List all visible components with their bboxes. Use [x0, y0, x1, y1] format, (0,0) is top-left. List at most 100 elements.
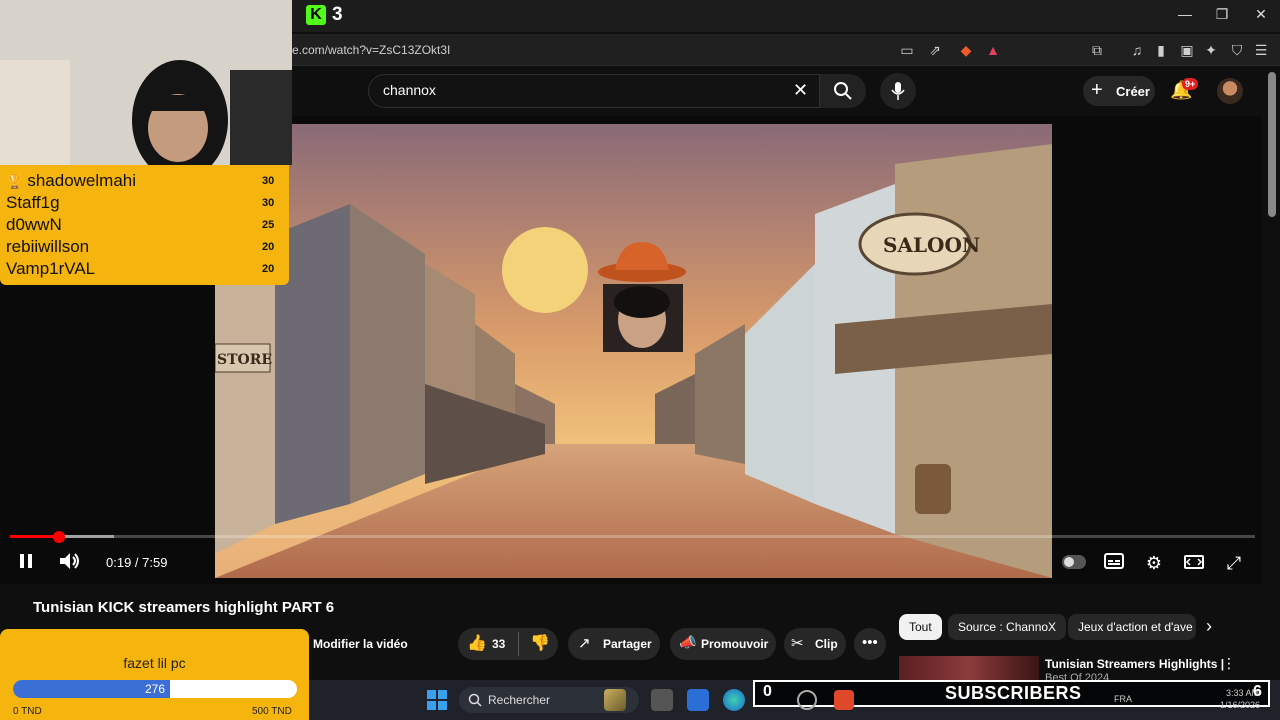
fullscreen-button[interactable]: ⤢ [1222, 552, 1246, 574]
close-window-button[interactable]: ✕ [1249, 6, 1273, 23]
progress-track[interactable] [10, 535, 1255, 538]
chip-action-games[interactable]: Jeux d'action et d'ave [1068, 614, 1196, 640]
vpn-icon[interactable]: ⛉ [1227, 40, 1247, 60]
kick-viewer-count: 3 [332, 4, 343, 25]
recommendation-thumbnail[interactable] [899, 656, 1039, 680]
leaderboard-score: 30 [262, 197, 275, 209]
svg-text:STORE: STORE [217, 352, 272, 368]
leaderboard-score: 20 [262, 263, 275, 275]
notification-badge: 9+ [1182, 78, 1199, 90]
subscribers-count: 6 [1253, 683, 1262, 700]
subscribers-start: 0 [763, 683, 772, 700]
subscribers-label: SUBSCRIBERS [945, 683, 1082, 703]
leaderboard-name: d0wwN [6, 215, 62, 234]
trophy-icon: 🏆 [6, 173, 28, 189]
autoplay-toggle[interactable] [1062, 555, 1086, 569]
wallet-icon[interactable]: ▣ [1177, 40, 1197, 60]
search-highlight-icon [604, 689, 626, 711]
goal-min: 0 TND [13, 706, 42, 717]
search-button[interactable] [820, 74, 866, 108]
task-view-icon[interactable] [651, 689, 673, 711]
thumbs-down-icon: 👎 [530, 635, 550, 652]
brave-rewards-icon[interactable]: ▲ [983, 40, 1003, 60]
theater-icon [1184, 555, 1204, 569]
taskbar-search-label: Rechercher [488, 693, 551, 707]
share-icon: ↗ [578, 635, 591, 652]
goal-max: 500 TND [252, 706, 292, 717]
theater-mode-button[interactable] [1182, 552, 1206, 574]
progress-scrubber[interactable] [53, 531, 65, 543]
thumbs-up-icon: 👍 [467, 635, 487, 652]
microphone-icon [891, 82, 905, 100]
share-label: Partager [603, 637, 652, 651]
page-scrollbar[interactable] [1268, 72, 1276, 217]
captions-icon [1104, 553, 1124, 569]
settings-button[interactable]: ⚙ [1142, 552, 1166, 574]
clock-date[interactable]: 1/16/2026 [1220, 700, 1260, 710]
goal-current: 276 [144, 682, 166, 696]
video-title: Tunisian KICK streamers highlight PART 6 [33, 599, 335, 616]
clear-search-icon[interactable]: ✕ [793, 80, 808, 101]
fullscreen-icon: ⤢ [1226, 553, 1242, 573]
browser-tabbar [292, 0, 1280, 32]
edge-icon[interactable] [723, 689, 745, 711]
like-count: 33 [492, 637, 506, 651]
kick-logo-icon: K [306, 5, 326, 25]
start-button[interactable] [427, 690, 447, 710]
minimize-button[interactable]: — [1173, 6, 1197, 22]
like-button[interactable]: 👍 [467, 633, 487, 653]
keyboard-language[interactable]: FRA [1114, 694, 1132, 704]
sidebar-icon[interactable]: ▮ [1151, 40, 1171, 60]
screenshot-icon[interactable]: ⧉ [1087, 40, 1107, 60]
leaderboard-score: 30 [262, 175, 275, 187]
cast-icon[interactable]: ▭ [897, 40, 917, 60]
brave-shield-icon[interactable]: ◆ [956, 40, 976, 60]
video-frame[interactable]: SALOON STORE [215, 124, 1052, 578]
goal-title: fazet lil pc [123, 655, 186, 671]
brave-icon[interactable] [834, 690, 854, 710]
chip-source[interactable]: Source : ChannoX [948, 614, 1067, 640]
search-value[interactable]: channox [383, 82, 436, 98]
like-divider [518, 632, 519, 656]
recommendation-menu-icon[interactable]: ⋮ [1222, 655, 1236, 672]
subtitles-button[interactable] [1102, 552, 1126, 574]
pause-icon [20, 554, 32, 568]
chip-all[interactable]: Tout [899, 614, 942, 640]
avatar[interactable] [1217, 78, 1243, 104]
webcam-overlay [0, 0, 292, 165]
recommendation-title[interactable]: Tunisian Streamers Highlights | [1045, 657, 1224, 671]
chevron-right-icon[interactable]: › [1206, 616, 1212, 637]
taskbar-search-icon [468, 693, 482, 707]
voice-search-button[interactable] [880, 73, 916, 109]
volume-button[interactable] [58, 552, 82, 574]
time-display: 0:19 / 7:59 [106, 555, 168, 570]
leaderboard-name: Staff1g [6, 193, 60, 212]
dislike-button[interactable]: 👎 [530, 633, 550, 653]
more-horizontal-icon: ••• [862, 634, 878, 651]
leaderboard-score: 25 [262, 219, 275, 231]
leaderboard-name: 🏆 shadowelmahi [6, 171, 136, 191]
create-label: Créer [1116, 84, 1150, 99]
obs-icon[interactable] [797, 690, 817, 710]
leaderboard-name-text: shadowelmahi [27, 171, 137, 190]
plus-icon: + [1091, 79, 1103, 101]
pause-button[interactable] [14, 552, 38, 574]
megaphone-icon: 📣 [679, 634, 697, 650]
music-icon[interactable]: ♫ [1127, 40, 1147, 60]
menu-icon[interactable]: ☰ [1251, 40, 1271, 60]
share-page-icon[interactable]: ⇗ [925, 40, 945, 60]
leaderboard-score: 20 [262, 241, 275, 253]
leaderboard-name: Vamp1rVAL [6, 259, 96, 278]
app-icon[interactable] [687, 689, 709, 711]
western-town-scene: SALOON STORE [215, 124, 1052, 578]
url-text[interactable]: e.com/watch?v=ZsC13ZOkt3I [292, 43, 450, 57]
windows-logo-icon [427, 690, 447, 710]
gear-icon: ⚙ [1145, 553, 1163, 573]
clip-label: Clip [815, 637, 838, 651]
streamer-webcam [0, 0, 292, 165]
svg-text:SALOON: SALOON [883, 233, 980, 257]
ai-icon[interactable]: ✦ [1201, 40, 1221, 60]
maximize-button[interactable]: ❐ [1210, 6, 1234, 23]
leaderboard-name: rebiiwillson [6, 237, 90, 256]
promote-label: Promouvoir [701, 637, 769, 651]
